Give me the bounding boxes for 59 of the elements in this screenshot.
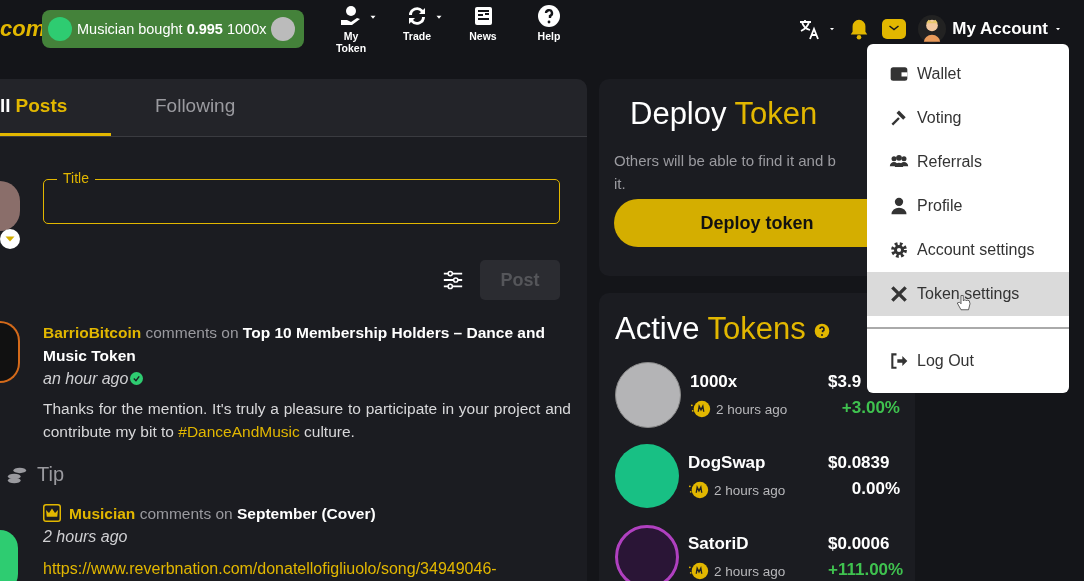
post-time: 2 hours ago [43,527,128,547]
token-time: 2 hours ago [716,401,788,417]
feed-tab[interactable]: ll Posts [0,79,111,136]
feed-tab[interactable]: Following [155,79,236,136]
help-icon [813,323,830,339]
price-change: 0.00% [850,478,900,500]
tools-icon [889,284,909,304]
me-badge-icon [688,479,710,501]
post-heading: Musician comments on September (Cover) [43,502,571,525]
token-price: $0.0839 [828,452,891,474]
hashtag-link[interactable]: #DanceAndMusic [178,423,300,440]
price-change: +3.00% [840,397,900,419]
token-price: $0.0006 [828,533,891,555]
tip-button[interactable]: Tip [6,463,76,486]
caret-icon [828,25,837,33]
menu-item[interactable]: Voting [867,96,1069,140]
description-text: Others will be able to find it and b [614,151,836,171]
token-name[interactable]: SatoriD [688,532,819,556]
account-menu-button[interactable]: My Account [918,15,1062,43]
nav-button[interactable]: Trade [384,4,450,54]
photo-placeholder [0,321,20,383]
logout-icon [889,351,909,371]
dropdown-icon[interactable] [0,229,20,249]
token-image[interactable] [615,525,679,581]
section-title: Deploy Token [630,95,818,133]
url-link[interactable]: https://www.reverbnation.com/donatellofigliuolo/song/34949046- [43,557,497,580]
photo-placeholder [0,530,18,581]
menu-item[interactable]: Log Out [867,339,1069,383]
token-price: $3.9 [828,371,863,393]
token-time: 2 hours ago [714,482,786,498]
menu-item[interactable]: Wallet [867,52,1069,96]
post-heading: BarrioBitcoin comments on Top 10 Membership Holders – Dance and Music Token [43,323,546,366]
post-text: Thanks for the mention. It's truly a pleasure to participate in your project and contribute my bit to #DanceAndMusic culture. [43,399,571,442]
nav-button[interactable]: Help [516,4,582,54]
ticker-text: Musician bought 0.995 1000x [77,21,267,37]
description-text: it. [614,174,626,194]
language-button[interactable] [798,17,837,41]
token-name[interactable]: DogSwap [688,451,819,475]
token-name[interactable]: 1000x [690,370,819,394]
help-icon [537,4,561,28]
post-time: an hour ago [43,369,129,389]
coin-icon [271,17,296,41]
field-label: Title [57,170,95,186]
nav-button[interactable]: News [450,4,516,54]
caret-icon [1054,25,1062,33]
photo-placeholder [0,181,20,231]
avatar-icon [48,17,72,41]
me-badge-icon [690,398,712,420]
mail-icon[interactable] [882,19,907,39]
token-time: 2 hours ago [714,563,786,579]
person-icon [889,196,909,216]
settings-icon [889,240,909,260]
avatar-icon [918,15,947,43]
menu-item[interactable]: Token settings [867,272,1069,316]
filter-icon[interactable] [442,269,464,291]
wallet-icon [889,64,909,84]
nav-button[interactable]: My Token [318,4,384,54]
menu-item[interactable]: Referrals [867,140,1069,184]
section-title: Active Tokens [615,309,830,349]
